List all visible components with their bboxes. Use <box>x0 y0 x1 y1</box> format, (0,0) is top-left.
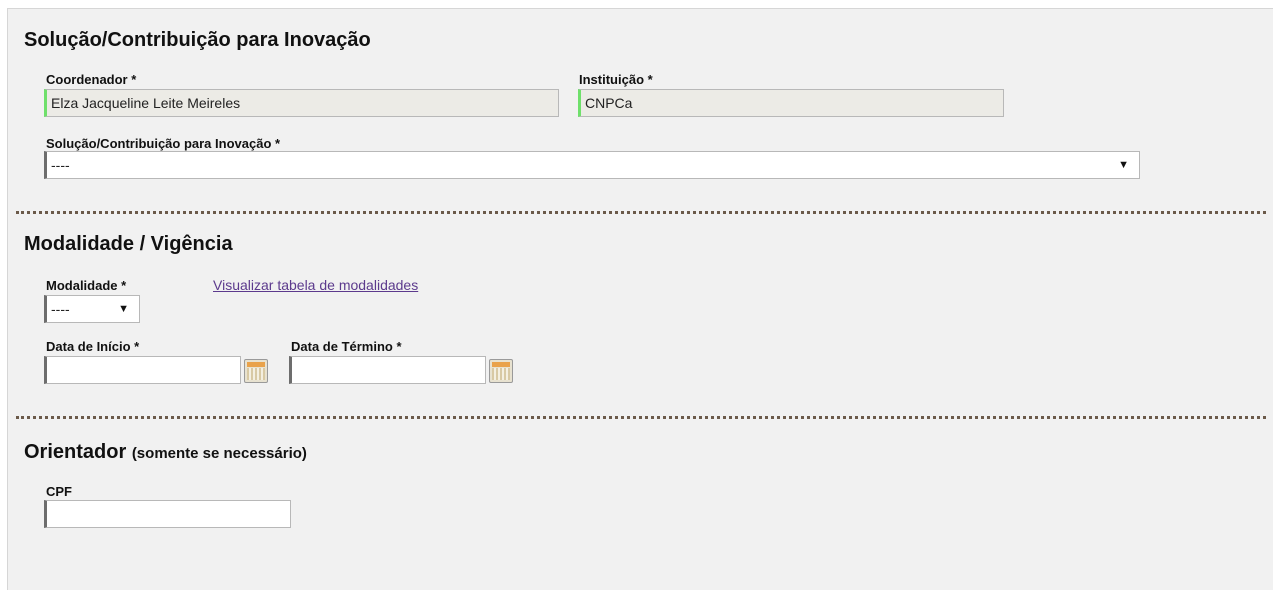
cpf-field[interactable] <box>44 500 291 528</box>
modalidade-select-value: ---- <box>51 301 70 317</box>
section-divider <box>16 416 1266 419</box>
coordenador-label: Coordenador * <box>46 72 137 87</box>
cpf-label: CPF <box>46 484 72 499</box>
modalidade-label: Modalidade * <box>46 278 127 293</box>
section-title-solucao: Solução/Contribuição para Inovação <box>24 29 371 51</box>
section-divider <box>16 211 1266 214</box>
chevron-down-icon: ▼ <box>1118 159 1129 171</box>
solucao-select[interactable]: ---- ▼ <box>44 151 1140 179</box>
calendar-icon[interactable] <box>489 359 513 383</box>
modalidade-select[interactable]: ---- ▼ <box>44 295 140 323</box>
chevron-down-icon: ▼ <box>118 303 129 315</box>
solucao-label: Solução/Contribuição para Inovação * <box>46 136 281 151</box>
orientador-title-text: Orientador <box>24 441 127 463</box>
instituicao-field[interactable]: CNPCa <box>578 89 1004 117</box>
solucao-select-value: ---- <box>51 157 70 173</box>
orientador-note: (somente se necessário) <box>131 445 307 462</box>
calendar-icon[interactable] <box>244 359 268 383</box>
data-termino-label: Data de Término * <box>291 339 402 354</box>
section-title-modalidade: Modalidade / Vigência <box>24 233 233 255</box>
section-title-orientador: Orientador (somente se necessário) <box>24 441 307 464</box>
data-termino-field[interactable] <box>289 356 486 384</box>
visualizar-tabela-link[interactable]: Visualizar tabela de modalidades <box>213 277 418 293</box>
data-inicio-field[interactable] <box>44 356 241 384</box>
coordenador-field[interactable]: Elza Jacqueline Leite Meireles <box>44 89 559 117</box>
instituicao-label: Instituição * <box>579 72 653 87</box>
data-inicio-label: Data de Início * <box>46 339 140 354</box>
